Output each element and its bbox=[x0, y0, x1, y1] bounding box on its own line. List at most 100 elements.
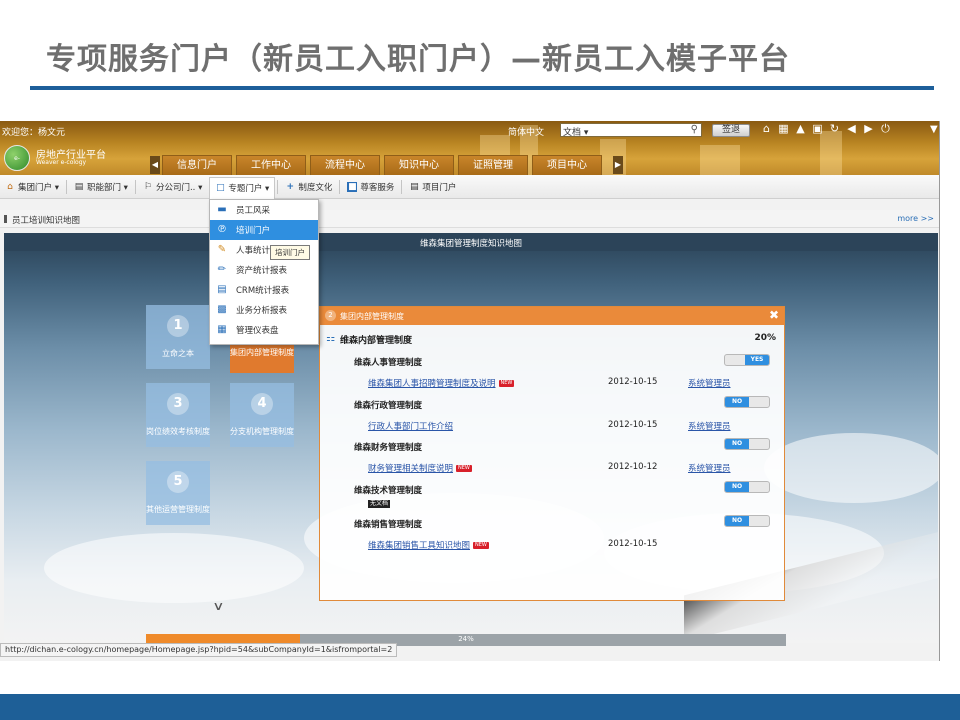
nav-tab[interactable]: 证照管理 bbox=[458, 155, 528, 175]
completion-percent: 20% bbox=[754, 333, 776, 343]
map-tile-3[interactable]: 3 岗位绩效考核制度 bbox=[146, 383, 210, 447]
branch-icon: ⚐ bbox=[143, 181, 152, 192]
up-arrow-icon[interactable]: ▲ bbox=[794, 122, 807, 138]
section-toggle[interactable]: NO bbox=[724, 438, 770, 450]
step-number-icon: 2 bbox=[325, 310, 336, 321]
grid-icon[interactable]: ▦ bbox=[777, 122, 790, 138]
document-icon[interactable]: ▣ bbox=[811, 122, 824, 138]
platform-subtitle: Weaver e-cology bbox=[36, 159, 87, 166]
search-icon[interactable]: ⚲ bbox=[691, 124, 698, 135]
nav-tab[interactable]: 流程中心 bbox=[310, 155, 380, 175]
nav-tab[interactable]: 项目中心 bbox=[532, 155, 602, 175]
footer-band bbox=[0, 694, 960, 720]
document-author[interactable]: 系统管理员 bbox=[688, 420, 731, 432]
title-rule bbox=[30, 86, 934, 90]
power-icon[interactable]: ⏻ bbox=[879, 122, 892, 138]
more-link[interactable]: more >> bbox=[897, 214, 934, 223]
map-title: 维森集团管理制度知识地图 bbox=[419, 239, 522, 249]
document-date: 2012-10-12 bbox=[608, 462, 658, 472]
chevron-down-icon[interactable]: ∨ bbox=[212, 599, 224, 613]
main-nav-tabs: 信息门户 工作中心 流程中心 知识中心 证照管理 项目中心 bbox=[162, 155, 602, 175]
nav-tab[interactable]: 工作中心 bbox=[236, 155, 306, 175]
tooltip: 培训门户 bbox=[270, 245, 310, 260]
panel-title: 员工培训知识地图 bbox=[3, 215, 81, 226]
section-title: 维森行政管理制度 bbox=[354, 401, 423, 411]
tree-root[interactable]: ⚏ 维森内部管理制度 20% bbox=[326, 333, 776, 347]
service-icon: ■ bbox=[347, 181, 358, 192]
toolbar-item-branch[interactable]: ⚐ 分公司门.. ▾ bbox=[138, 177, 207, 197]
welcome-text: 欢迎您：杨文元 bbox=[2, 128, 66, 138]
document-author[interactable]: 系统管理员 bbox=[688, 462, 731, 474]
sign-out-button[interactable]: 签退 bbox=[712, 124, 750, 137]
nav-tab[interactable]: 信息门户 bbox=[162, 155, 232, 175]
toolbar-item-group-portal[interactable]: ⌂ 集团门户 ▾ bbox=[0, 177, 64, 197]
document-author[interactable]: 系统管理员 bbox=[688, 377, 731, 389]
forward-icon[interactable]: ▶ bbox=[862, 122, 875, 138]
map-tile-4[interactable]: 4 分支机构管理制度 bbox=[230, 383, 294, 447]
document-date: 2012-10-15 bbox=[608, 420, 658, 430]
section-title: 维森人事管理制度 bbox=[354, 358, 423, 368]
training-icon: ℗ bbox=[217, 224, 227, 235]
dropdown-item-business-analysis[interactable]: ▩ 业务分析报表 bbox=[210, 300, 318, 320]
document-date: 2012-10-15 bbox=[608, 377, 658, 387]
panel-header: 员工培训知识地图 more >> bbox=[0, 210, 939, 228]
toolbar-item-project[interactable]: ▤ 项目门户 bbox=[404, 177, 461, 197]
analysis-icon: ▩ bbox=[217, 304, 227, 315]
portal-toolbar: ⌂ 集团门户 ▾ ▤ 职能部门 ▾ ⚐ 分公司门.. ▾ □ 专题门户 ▾ + … bbox=[0, 175, 939, 199]
empty-badge: 无文档 bbox=[368, 500, 391, 508]
dashboard-icon: ▦ bbox=[217, 324, 227, 335]
nav-tab[interactable]: 知识中心 bbox=[384, 155, 454, 175]
app-screenshot: 欢迎您：杨文元 简体中文 文档 ▾ ⚲ 签退 ⌂ ▦ ▲ ▣ ↻ ◀ ▶ ⏻ ▼… bbox=[0, 121, 940, 661]
header-tool-icons: ⌂ ▦ ▲ ▣ ↻ ◀ ▶ ⏻ bbox=[760, 122, 892, 138]
pen-icon: ✏ bbox=[217, 264, 227, 275]
department-icon: ▤ bbox=[74, 181, 84, 192]
topic-portal-dropdown: ▬ 员工风采 ℗ 培训门户 ✎ 人事统计 ✏ 资产统计报表 ▤ CRM统计报表 … bbox=[209, 199, 319, 345]
menu-chevron-down-icon[interactable]: ▼ bbox=[930, 124, 938, 135]
nav-prev-icon[interactable]: ◀ bbox=[150, 156, 160, 174]
dropdown-item-training[interactable]: ℗ 培训门户 bbox=[210, 220, 318, 240]
popup-header: 2 集团内部管理制度 ✖ bbox=[320, 307, 784, 325]
pencil-icon: ✎ bbox=[217, 244, 227, 255]
progress-label: 24% bbox=[458, 635, 474, 643]
policy-popup: 2 集团内部管理制度 ✖ ⚏ 维森内部管理制度 20% 维森人事管理制度 YES… bbox=[319, 306, 785, 601]
section-title: 维森销售管理制度 bbox=[354, 520, 423, 530]
map-tile-2[interactable]: 集团内部管理制度 bbox=[230, 345, 294, 373]
section-toggle[interactable]: NO bbox=[724, 481, 770, 493]
slide-title: 专项服务门户（新员工入职门户）—新员工入模子平台 bbox=[46, 42, 790, 77]
document-link[interactable]: 维森集团人事招聘管理制度及说明 NEW bbox=[368, 377, 515, 389]
search-type-select[interactable]: 文档 ▾ bbox=[563, 125, 588, 138]
app-header: 欢迎您：杨文元 简体中文 文档 ▾ ⚲ 签退 ⌂ ▦ ▲ ▣ ↻ ◀ ▶ ⏻ ▼… bbox=[0, 121, 939, 175]
nav-next-icon[interactable]: ▶ bbox=[613, 156, 623, 174]
map-tile-1[interactable]: 1 立命之本 bbox=[146, 305, 210, 369]
dropdown-item-asset-report[interactable]: ✏ 资产统计报表 bbox=[210, 260, 318, 280]
new-badge: NEW bbox=[473, 542, 489, 549]
section-toggle[interactable]: NO bbox=[724, 396, 770, 408]
home-icon[interactable]: ⌂ bbox=[760, 122, 773, 138]
dropdown-item-crm-report[interactable]: ▤ CRM统计报表 bbox=[210, 280, 318, 300]
language-switch[interactable]: 简体中文 bbox=[508, 125, 544, 138]
dropdown-item-dashboard[interactable]: ▦ 管理仪表盘 bbox=[210, 320, 318, 340]
project-icon: ▤ bbox=[410, 181, 419, 192]
new-badge: NEW bbox=[456, 465, 472, 472]
card-icon: ▬ bbox=[217, 204, 227, 215]
section-title: 维森技术管理制度 bbox=[354, 486, 423, 496]
map-tile-5[interactable]: 5 其他运营管理制度 bbox=[146, 461, 210, 525]
document-link[interactable]: 行政人事部门工作介绍 bbox=[368, 420, 453, 432]
search-box[interactable]: 文档 ▾ ⚲ bbox=[560, 123, 702, 138]
section-toggle[interactable]: YES bbox=[724, 354, 770, 366]
refresh-icon[interactable]: ↻ bbox=[828, 122, 841, 138]
plus-icon: + bbox=[286, 181, 295, 192]
document-link[interactable]: 维森集团销售工具知识地图 NEW bbox=[368, 539, 489, 551]
section-title: 维森财务管理制度 bbox=[354, 443, 423, 453]
close-icon[interactable]: ✖ bbox=[769, 308, 779, 322]
document-link[interactable]: 财务管理相关制度说明 NEW bbox=[368, 462, 472, 474]
ecology-logo: e-cology bbox=[4, 145, 30, 171]
toolbar-item-departments[interactable]: ▤ 职能部门 ▾ bbox=[69, 177, 133, 197]
toolbar-item-service[interactable]: ■ 尊客服务 bbox=[342, 177, 399, 197]
toolbar-item-culture[interactable]: + 制度文化 bbox=[280, 177, 337, 197]
toolbar-item-topic-portal[interactable]: □ 专题门户 ▾ bbox=[209, 176, 276, 199]
document-date: 2012-10-15 bbox=[608, 539, 658, 549]
back-icon[interactable]: ◀ bbox=[845, 122, 858, 138]
section-toggle[interactable]: NO bbox=[724, 515, 770, 527]
dropdown-item-staff-style[interactable]: ▬ 员工风采 bbox=[210, 200, 318, 220]
